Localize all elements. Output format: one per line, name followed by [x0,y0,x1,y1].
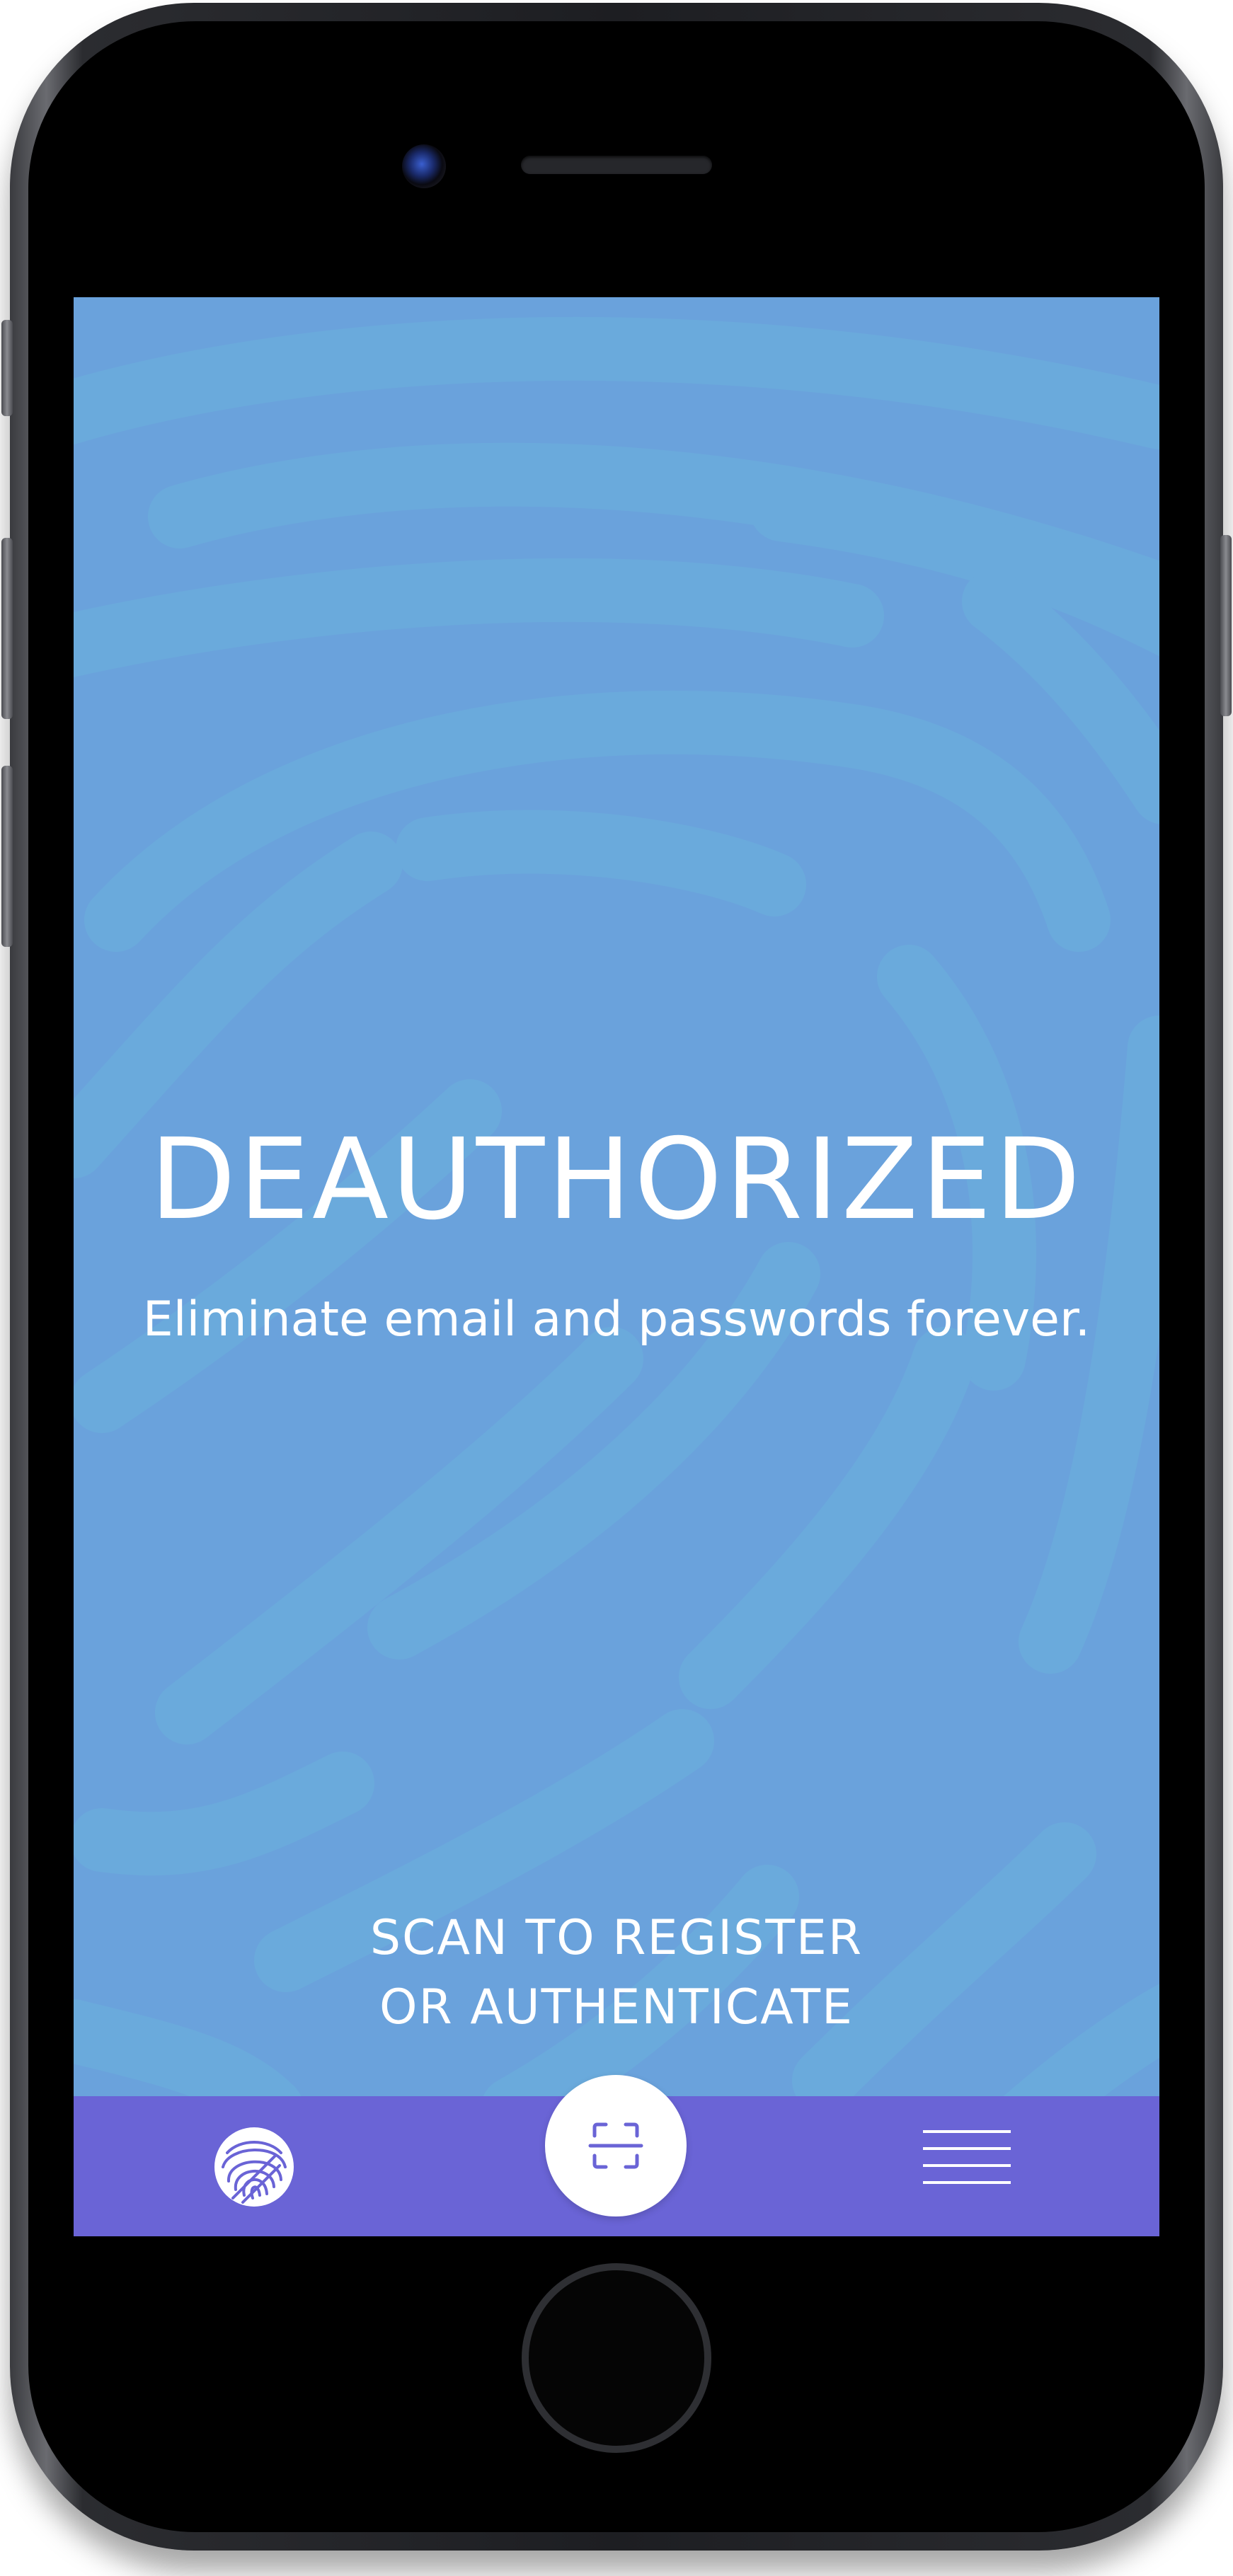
power-button [1220,535,1232,716]
scan-instruction-line-2: OR AUTHENTICATE [379,1979,854,2035]
app-tagline: Eliminate email and passwords forever. [142,1292,1091,1347]
volume-up-button [1,538,13,719]
menu-button[interactable] [923,2130,1011,2201]
menu-icon [923,2130,1011,2184]
scan-icon [588,2122,643,2169]
fingerprint-icon [214,2127,294,2207]
earpiece-speaker [521,156,712,174]
scan-button[interactable] [545,2075,687,2216]
mute-switch [1,320,13,416]
app-title: DEAUTHORIZED [149,1115,1084,1245]
front-camera [402,144,446,188]
volume-down-button [1,766,13,947]
bottom-tab-bar [74,2075,1159,2236]
tab-fingerprint[interactable] [212,2124,297,2209]
scan-instruction-line-1: SCAN TO REGISTER [369,1910,864,1966]
home-button[interactable] [522,2263,711,2453]
scan-instruction: SCAN TO REGISTER OR AUTHENTICATE [74,1904,1159,2042]
app-screen: DEAUTHORIZED Eliminate email and passwor… [74,297,1159,2236]
